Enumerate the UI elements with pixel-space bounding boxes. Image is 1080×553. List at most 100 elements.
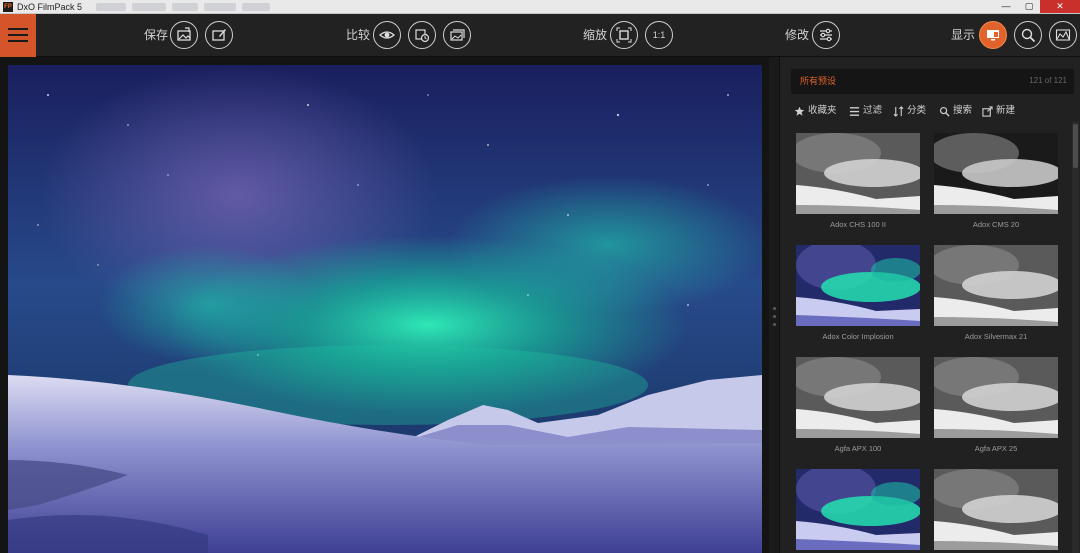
preset-thumbnail-image [934, 245, 1058, 326]
filter-label: 过滤 [863, 105, 883, 116]
preset-label: Adox CMS 20 [972, 220, 1020, 229]
preset-thumbnail-image [796, 133, 920, 214]
hamburger-icon-line [8, 34, 28, 36]
display-monitor-button[interactable] [979, 21, 1007, 49]
sort-icon [893, 105, 904, 117]
preset-category-label: 所有预设 [800, 76, 837, 86]
menu-button[interactable] [0, 14, 36, 57]
history-button[interactable] [408, 21, 436, 49]
preset-thumbnail-image [796, 357, 920, 438]
preset-tile[interactable]: Adox CHS 100 II [796, 133, 920, 229]
app-logo-icon: FP [3, 2, 13, 12]
title-bar-tab[interactable] [96, 3, 126, 11]
preset-label: Agfa APX 100 [834, 444, 882, 453]
search-icon [939, 106, 950, 117]
maximize-button[interactable]: ▢ [1018, 0, 1040, 13]
zoom-one-to-one-button[interactable]: 1:1 [645, 21, 673, 49]
display-label: 显示 [951, 28, 976, 42]
compare-label: 比较 [346, 28, 371, 42]
preset-thumbnail-image [796, 469, 920, 550]
sliders-icon [820, 28, 832, 42]
app-window: FP DxO FilmPack 5 — ▢ ✕ 保存 比较 缩放 1:1 修改 … [0, 0, 1080, 553]
preset-thumbnail[interactable] [934, 357, 1058, 438]
edit-image-button[interactable] [205, 21, 233, 49]
preset-label: Adox CHS 100 II [830, 220, 886, 229]
export-image-button[interactable] [170, 21, 198, 49]
new-preset-icon [982, 105, 993, 117]
grip-dot [773, 315, 776, 318]
preset-tile[interactable]: Adox Silvermax 21 [934, 245, 1058, 341]
preset-tile[interactable]: Agfa APX 25 [934, 357, 1058, 453]
search-button[interactable]: 搜索 [939, 104, 972, 118]
title-bar-tab[interactable] [132, 3, 166, 11]
search-label: 搜索 [953, 105, 973, 116]
monitor-icon [987, 30, 999, 41]
sort-label: 分类 [907, 105, 927, 116]
minimize-button[interactable]: — [994, 0, 1018, 13]
preset-count: 121 of 121 [1029, 76, 1067, 85]
magnifier-icon [1021, 28, 1036, 43]
list-filter-icon [849, 106, 860, 116]
title-bar-tab[interactable] [204, 3, 236, 11]
preset-thumbnail-image [934, 133, 1058, 214]
compare-button[interactable] [373, 21, 401, 49]
gallery-button[interactable] [443, 21, 471, 49]
filter-button[interactable]: 过滤 [849, 104, 882, 118]
preset-thumbnail[interactable] [934, 469, 1058, 550]
title-bar-tab[interactable] [172, 3, 198, 11]
preset-thumbnail[interactable] [934, 245, 1058, 326]
title-bar-tab[interactable] [242, 3, 270, 11]
preset-grid: Adox CHS 100 II Adox CMS 20 Adox Color Imp… [791, 133, 1068, 553]
window-title: DxO FilmPack 5 [17, 2, 83, 12]
preset-scrollbar[interactable] [1072, 122, 1079, 553]
preset-thumbnail-image [934, 357, 1058, 438]
preset-label: Agfa APX 25 [974, 444, 1018, 453]
favorites-label: 收藏夹 [808, 105, 837, 116]
preset-thumbnail[interactable] [796, 469, 920, 550]
preset-category-dropdown[interactable]: 所有预设 121 of 121 [791, 69, 1074, 94]
photo-canvas [8, 65, 762, 553]
grip-dot [773, 307, 776, 310]
zoom-label: 缩放 [583, 28, 608, 42]
grip-dot [773, 323, 776, 326]
zoom-tool-button[interactable] [1014, 21, 1042, 49]
gallery-icon [450, 29, 465, 41]
star-icon [794, 106, 805, 116]
preset-tile[interactable] [796, 469, 920, 553]
history-icon [415, 29, 430, 43]
preset-thumbnail[interactable] [934, 133, 1058, 214]
preset-thumbnail[interactable] [796, 357, 920, 438]
preset-label: Adox Silvermax 21 [964, 332, 1028, 341]
save-label: 保存 [144, 28, 169, 42]
presets-panel: 所有预设 121 of 121 收藏夹 过滤 分类 搜索 新建 Adox CHS… [779, 57, 1080, 553]
aurora-photo[interactable] [8, 65, 762, 553]
close-button[interactable]: ✕ [1040, 0, 1080, 13]
preset-actions-bar: 收藏夹 过滤 分类 搜索 新建 [794, 104, 1074, 118]
sort-button[interactable]: 分类 [893, 104, 926, 118]
preset-thumbnail[interactable] [796, 245, 920, 326]
main-toolbar: 保存 比较 缩放 1:1 修改 显示 [0, 14, 1080, 57]
preset-thumbnail[interactable] [796, 133, 920, 214]
preset-tile[interactable]: Adox Color Implosion [796, 245, 920, 341]
new-preset-button[interactable]: 新建 [982, 104, 1015, 118]
preset-tile[interactable]: Adox CMS 20 [934, 133, 1058, 229]
panel-resize-handle[interactable] [769, 57, 779, 553]
eye-icon [379, 31, 395, 39]
image-viewer[interactable] [0, 57, 769, 553]
adjustments-button[interactable] [812, 21, 840, 49]
preset-thumbnail-image [934, 469, 1058, 550]
favorites-button[interactable]: 收藏夹 [794, 104, 837, 118]
title-bar: FP DxO FilmPack 5 — ▢ ✕ [0, 0, 1080, 14]
hamburger-icon [8, 28, 28, 30]
preset-tile[interactable]: Agfa APX 100 [796, 357, 920, 453]
histogram-icon [1055, 29, 1071, 41]
scrollbar-thumb[interactable] [1073, 124, 1078, 168]
new-label: 新建 [996, 105, 1016, 116]
export-image-icon [177, 27, 191, 41]
histogram-button[interactable] [1049, 21, 1077, 49]
preset-tile[interactable] [934, 469, 1058, 553]
fit-screen-button[interactable] [610, 21, 638, 49]
edit-image-icon [212, 29, 226, 41]
fit-screen-icon [616, 27, 632, 43]
edit-label: 修改 [785, 28, 810, 42]
